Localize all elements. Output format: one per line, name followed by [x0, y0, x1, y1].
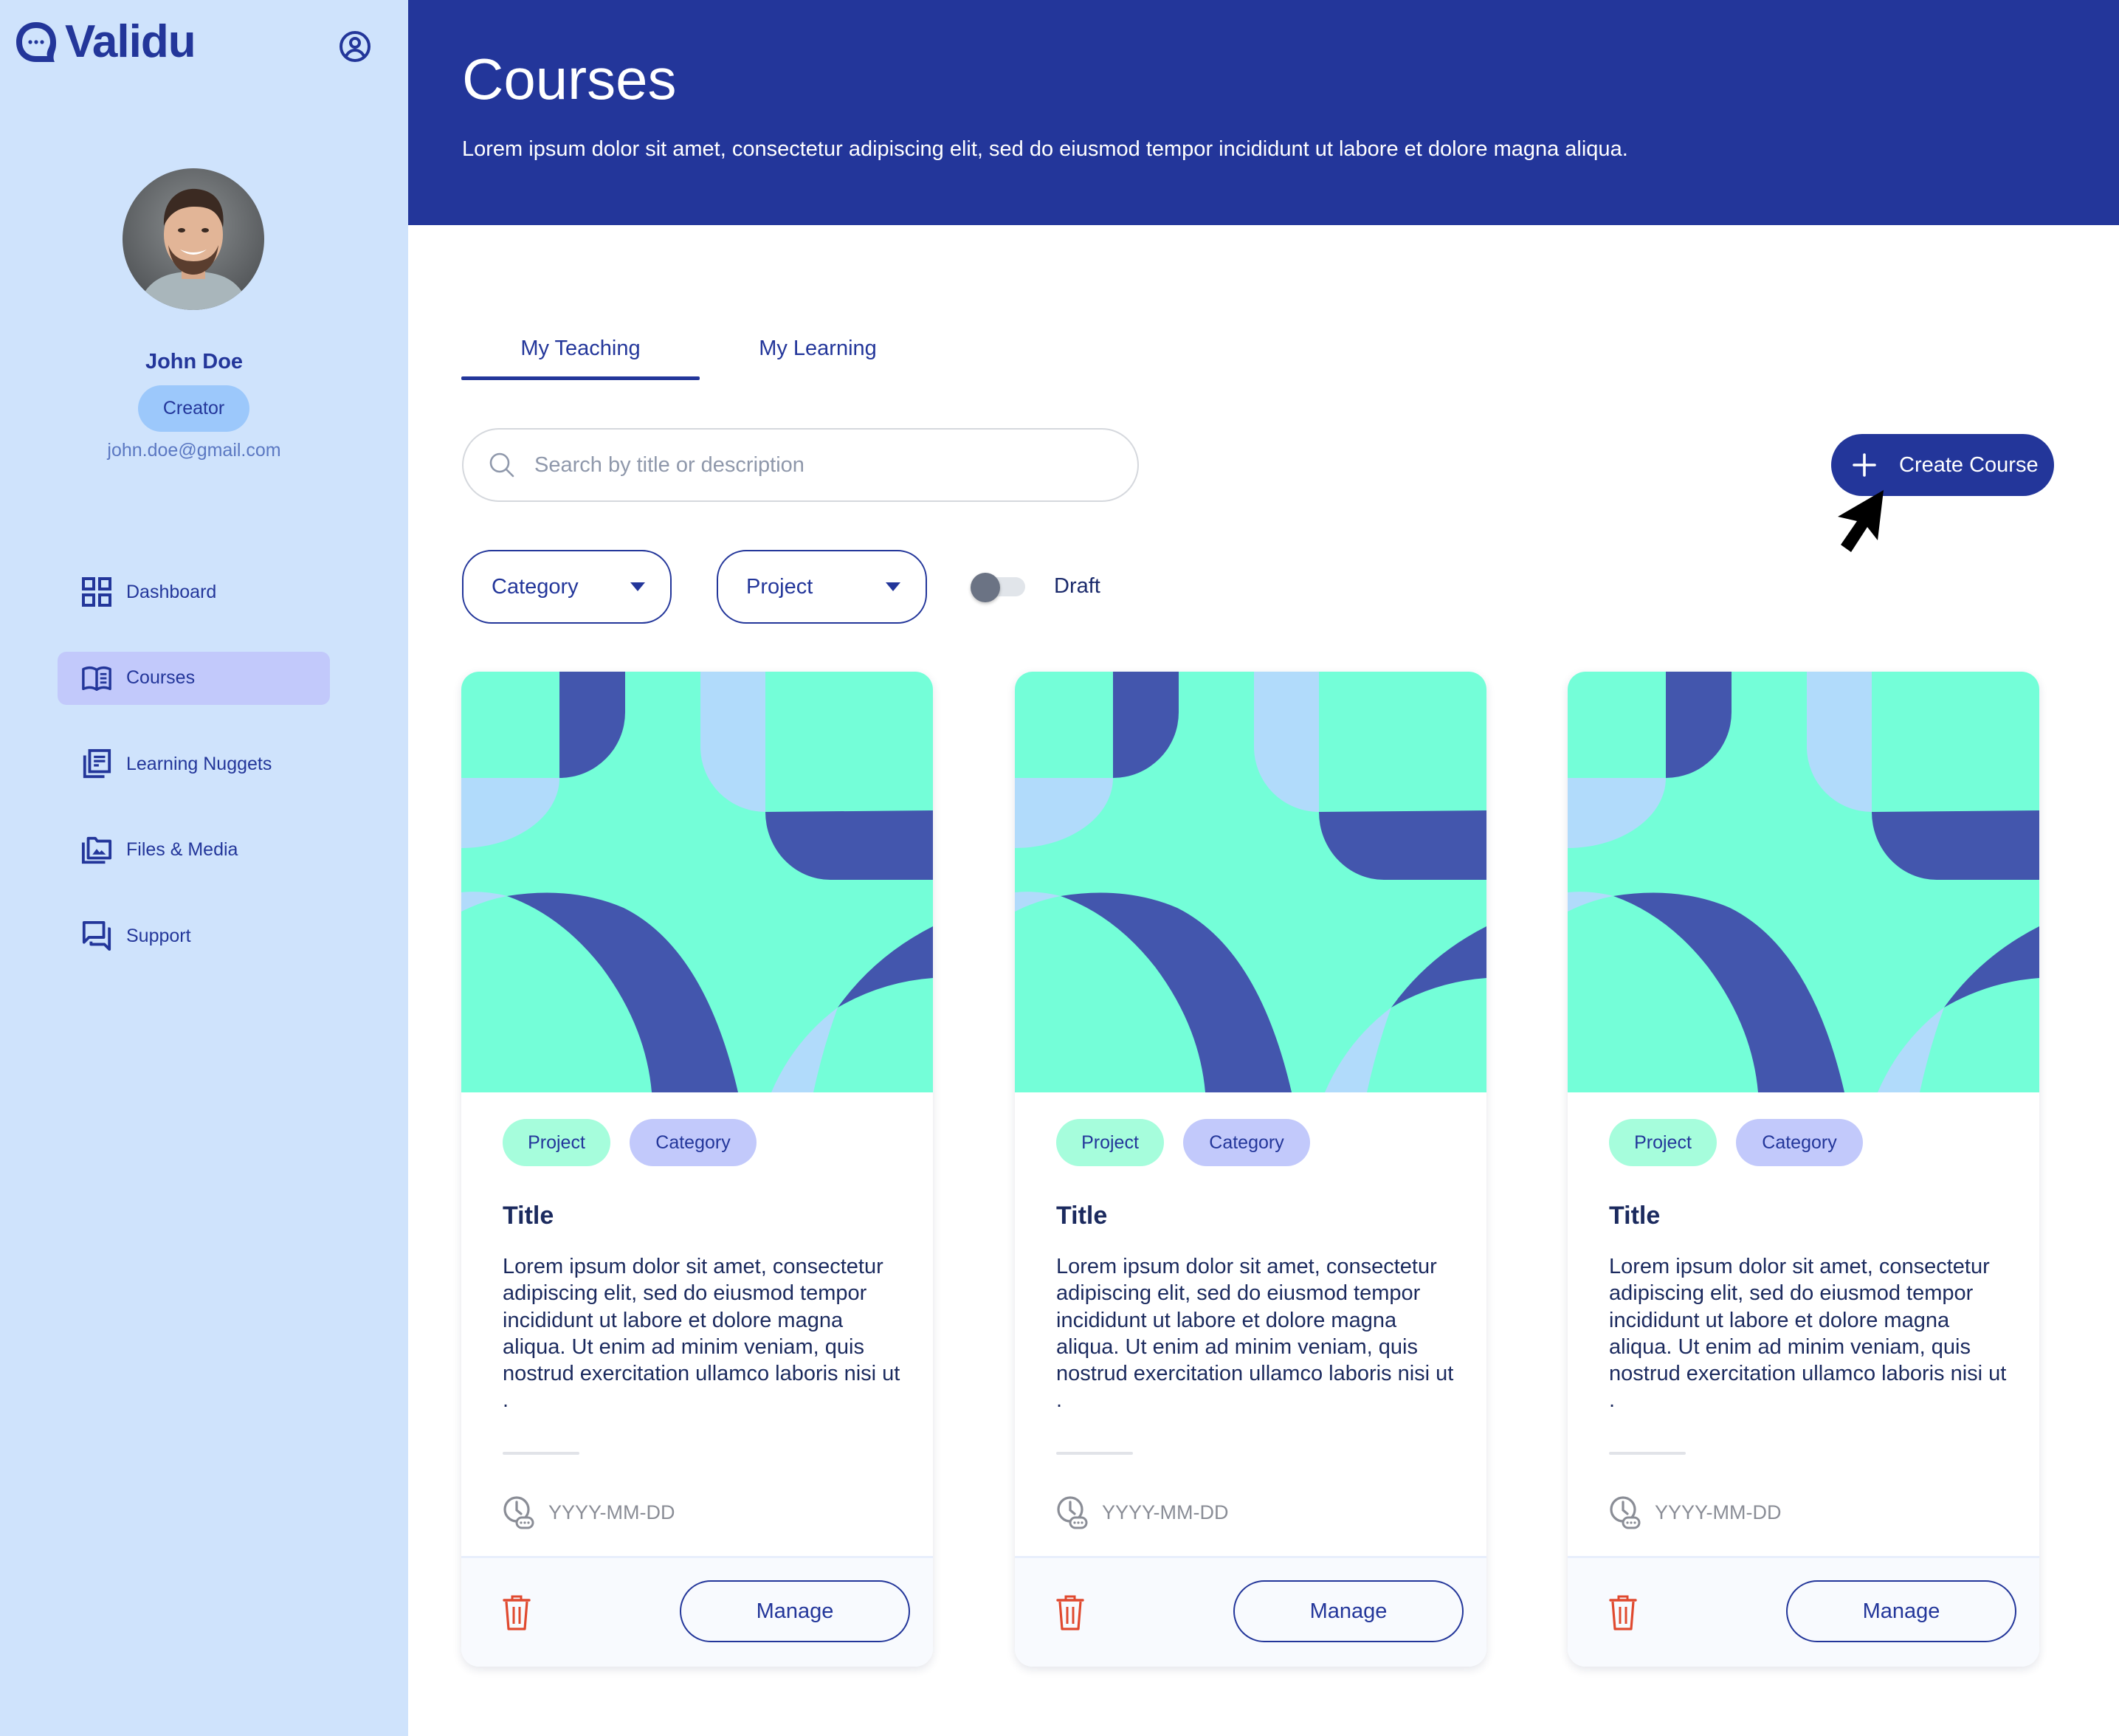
card-footer: Manage — [461, 1556, 933, 1667]
divider — [503, 1452, 579, 1455]
avatar-photo — [123, 168, 264, 310]
sidebar-item-label: Files & Media — [126, 839, 238, 860]
chat-bubble-logo-icon — [16, 22, 56, 62]
tab-bar: My Teaching My Learning — [461, 317, 936, 380]
course-cover-image — [1568, 672, 2039, 1092]
page-header: Courses Lorem ipsum dolor sit amet, cons… — [408, 0, 2119, 225]
open-book-icon — [82, 666, 111, 691]
caret-down-icon — [630, 582, 645, 591]
role-badge: Creator — [138, 385, 249, 432]
category-filter-label: Category — [492, 574, 579, 599]
divider — [1056, 1452, 1133, 1455]
manage-button[interactable]: Manage — [1786, 1580, 2016, 1642]
card-footer: Manage — [1568, 1556, 2039, 1667]
clock-pending-icon — [503, 1496, 534, 1529]
sidebar-item-files-media[interactable]: Files & Media — [58, 824, 330, 877]
sidebar: Validu John Doe Creator john.doe@gmail.c… — [0, 0, 408, 1736]
sidebar-item-dashboard[interactable]: Dashboard — [58, 565, 330, 619]
tab-my-learning[interactable]: My Learning — [700, 317, 936, 380]
trash-icon[interactable] — [1056, 1594, 1084, 1632]
user-email: john.doe@gmail.com — [107, 440, 281, 461]
category-tag[interactable]: Category — [1183, 1119, 1310, 1166]
card-date: YYYY-MM-DD — [1609, 1495, 1782, 1529]
create-course-label: Create Course — [1899, 452, 2039, 477]
category-tag[interactable]: Category — [630, 1119, 757, 1166]
plus-icon — [1853, 453, 1876, 477]
image-folder-icon — [81, 836, 112, 864]
toggle-knob — [971, 573, 1000, 602]
divider — [1609, 1452, 1686, 1455]
trash-icon[interactable] — [503, 1594, 531, 1632]
card-date: YYYY-MM-DD — [1056, 1495, 1229, 1529]
page-subtitle: Lorem ipsum dolor sit amet, consectetur … — [462, 137, 1628, 161]
search-icon — [489, 452, 514, 478]
sidebar-item-label: Dashboard — [126, 581, 217, 602]
chat-bubbles-icon — [82, 920, 111, 951]
document-stack-icon — [83, 748, 111, 779]
user-circle-icon[interactable] — [337, 29, 373, 64]
card-title: Title — [503, 1202, 554, 1230]
logo[interactable]: Validu — [13, 19, 196, 65]
search-input[interactable] — [534, 452, 1110, 478]
project-tag[interactable]: Project — [1609, 1119, 1717, 1166]
sidebar-item-learning-nuggets[interactable]: Learning Nuggets — [58, 737, 330, 790]
course-card[interactable]: Project Category Title Lorem ipsum dolor… — [1015, 672, 1486, 1667]
avatar[interactable] — [123, 168, 264, 310]
card-description: Lorem ipsum dolor sit amet, consectetur … — [1056, 1255, 1454, 1413]
trash-icon[interactable] — [1609, 1594, 1637, 1632]
mouse-pointer-icon — [1838, 490, 1884, 552]
create-course-button[interactable]: Create Course — [1831, 434, 2054, 496]
date-text: YYYY-MM-DD — [1655, 1501, 1782, 1523]
course-card[interactable]: Project Category Title Lorem ipsum dolor… — [461, 672, 933, 1667]
course-card[interactable]: Project Category Title Lorem ipsum dolor… — [1568, 672, 2039, 1667]
category-filter-dropdown[interactable]: Category — [462, 550, 672, 624]
project-filter-dropdown[interactable]: Project — [717, 550, 927, 624]
card-description: Lorem ipsum dolor sit amet, consectetur … — [1609, 1255, 2007, 1413]
sidebar-item-label: Support — [126, 925, 191, 946]
date-text: YYYY-MM-DD — [1102, 1501, 1229, 1523]
card-title: Title — [1056, 1202, 1108, 1230]
page-title: Courses — [462, 46, 677, 111]
course-cover-image — [1015, 672, 1486, 1092]
card-footer: Manage — [1015, 1556, 1486, 1667]
draft-label: Draft — [1054, 574, 1100, 598]
sidebar-nav: Dashboard Courses Learning Nuggets Files… — [58, 565, 330, 996]
sidebar-item-courses[interactable]: Courses — [58, 651, 330, 705]
sidebar-item-label: Courses — [126, 667, 196, 688]
caret-down-icon — [886, 582, 900, 591]
project-filter-label: Project — [746, 574, 813, 599]
date-text: YYYY-MM-DD — [548, 1501, 675, 1523]
sidebar-item-label: Learning Nuggets — [126, 753, 272, 774]
clock-pending-icon — [1057, 1496, 1088, 1529]
app-name: Validu — [65, 16, 196, 67]
manage-button[interactable]: Manage — [680, 1580, 910, 1642]
sidebar-item-support[interactable]: Support — [58, 909, 330, 962]
clock-pending-icon — [1610, 1496, 1641, 1529]
tab-my-teaching[interactable]: My Teaching — [461, 317, 700, 380]
card-description: Lorem ipsum dolor sit amet, consectetur … — [503, 1255, 900, 1413]
grid-icon — [82, 577, 111, 607]
project-tag[interactable]: Project — [503, 1119, 610, 1166]
course-cover-image — [461, 672, 933, 1092]
card-title: Title — [1609, 1202, 1661, 1230]
manage-button[interactable]: Manage — [1233, 1580, 1464, 1642]
draft-toggle[interactable] — [971, 573, 1025, 602]
project-tag[interactable]: Project — [1056, 1119, 1164, 1166]
user-name: John Doe — [145, 350, 244, 373]
search-box — [462, 428, 1139, 502]
category-tag[interactable]: Category — [1736, 1119, 1863, 1166]
card-date: YYYY-MM-DD — [503, 1495, 675, 1529]
